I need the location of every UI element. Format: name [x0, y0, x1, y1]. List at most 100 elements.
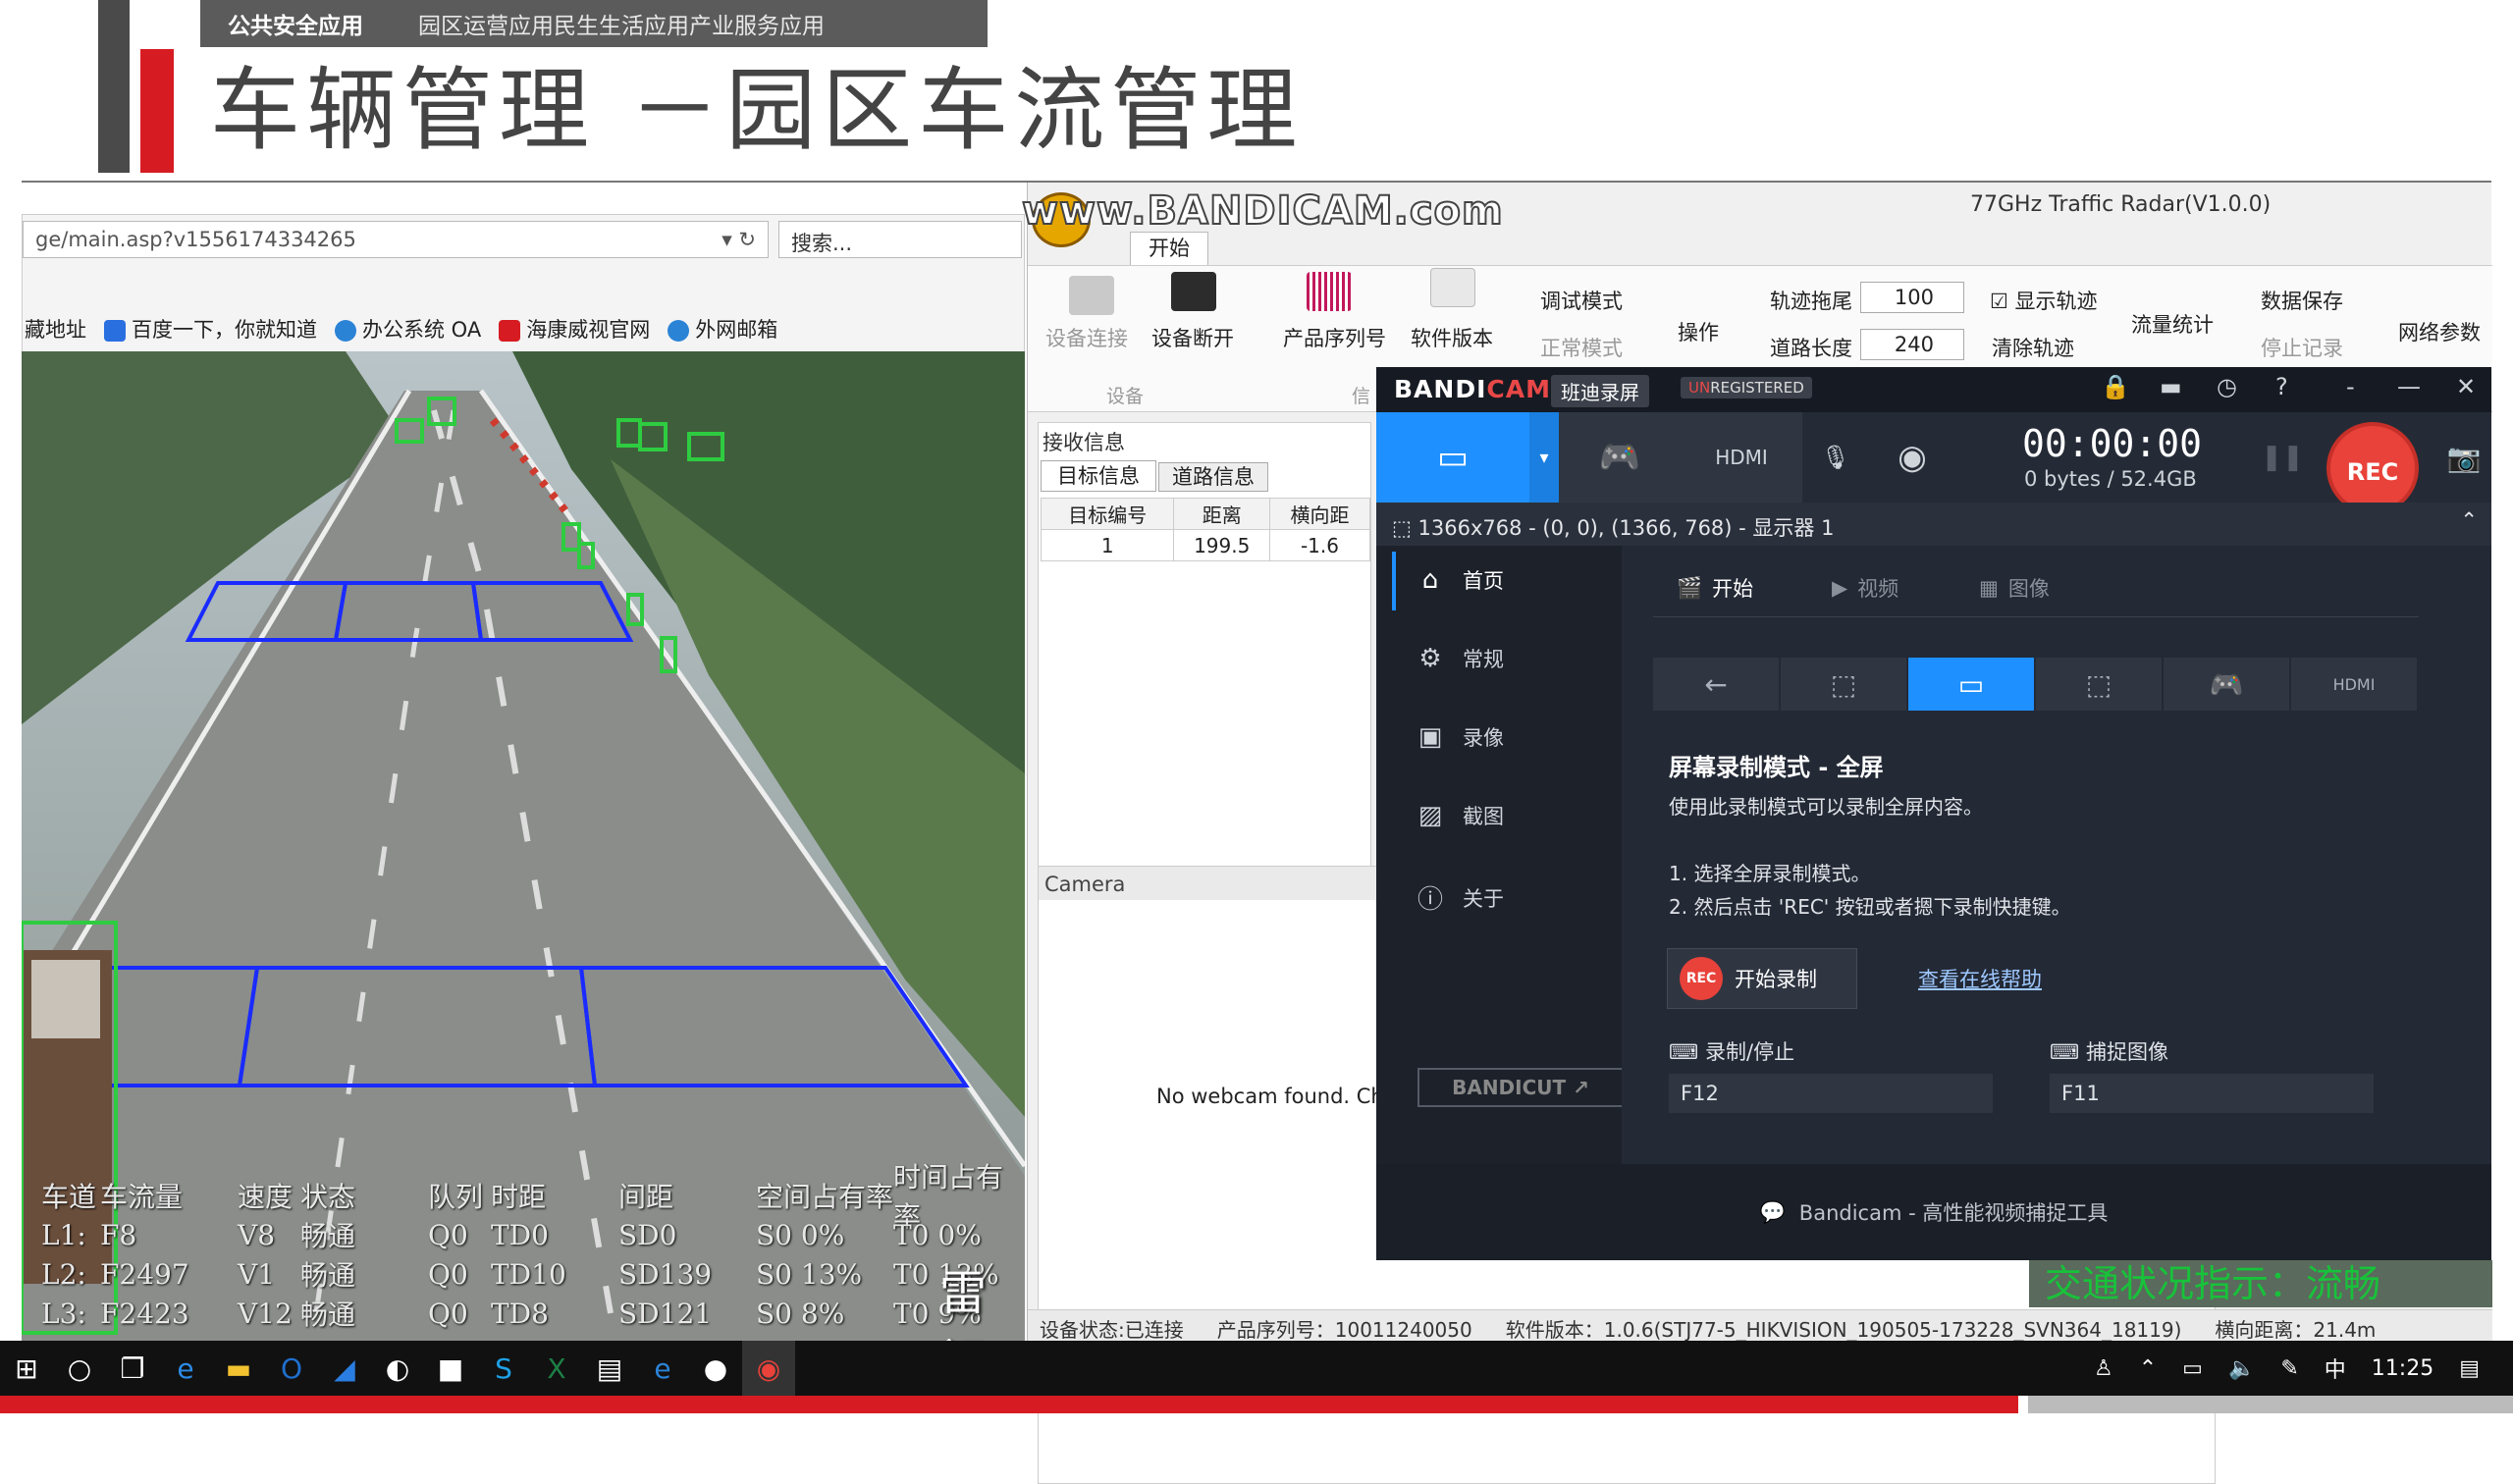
screenshot-button[interactable]: 📷 [2436, 412, 2491, 503]
microphone-button[interactable]: 🎙 [1808, 412, 1863, 503]
task-view-icon: ❐ [120, 1352, 145, 1385]
tab-image[interactable]: ▦ 图像 [1979, 573, 2050, 603]
mode-hdmi-button[interactable]: HDMI [2291, 658, 2417, 711]
mode-rectangle-button[interactable]: ⬚ [2036, 658, 2162, 711]
minimize-icon[interactable]: - [2346, 373, 2355, 400]
disconnect-button[interactable]: 设备断开 [1151, 323, 1234, 352]
online-help-link[interactable]: 查看在线帮助 [1918, 964, 2042, 993]
favorite-mail[interactable]: 外网邮箱 [668, 314, 777, 344]
trail-spinner[interactable]: 100 [1860, 282, 1964, 313]
taskbar-app[interactable]: ▤ [583, 1341, 636, 1396]
bandicam-cn-name: 班迪录屏 [1551, 375, 1649, 407]
chevron-up-icon[interactable]: ⌃ [2139, 1356, 2157, 1381]
taskbar-explorer[interactable]: ▬ [212, 1341, 265, 1396]
tab-target-info[interactable]: 目标信息 [1041, 460, 1156, 492]
favorite-oa[interactable]: 办公系统 OA [335, 314, 481, 344]
image-settings-icon: ▨ [1417, 801, 1443, 830]
product-serial-button[interactable]: 产品序列号 [1283, 323, 1386, 352]
close-icon[interactable]: ✕ [2456, 373, 2476, 400]
tab-video[interactable]: ▶ 视频 [1832, 573, 1898, 603]
software-version-button[interactable]: 软件版本 [1411, 323, 1493, 352]
help-icon[interactable]: ? [2275, 373, 2288, 400]
target-table: 目标编号 距离 横向距 1 199.5 -1.6 [1040, 498, 1371, 561]
normal-mode-button[interactable]: 正常模式 [1540, 333, 1623, 362]
cortana-button[interactable]: ○ [53, 1341, 106, 1396]
pen-icon[interactable]: ✎ [2280, 1356, 2298, 1381]
network-params-button[interactable]: 网络参数 [2398, 317, 2481, 346]
start-button[interactable]: ⊞ [0, 1341, 53, 1396]
connect-button[interactable]: 设备连接 [1045, 323, 1128, 352]
mode-game-button[interactable]: 🎮 [2164, 658, 2289, 711]
taskbar-outlook[interactable]: O [265, 1341, 318, 1396]
unregistered-badge[interactable]: UNREGISTERED [1681, 377, 1812, 398]
screen-mode-button[interactable]: ▭ [1376, 412, 1529, 503]
hotkey-capture-field[interactable]: F11 [2050, 1074, 2374, 1113]
clock-icon[interactable]: ◷ [2217, 373, 2237, 400]
task-view-button[interactable]: ❐ [106, 1341, 159, 1396]
sidebar-item-home[interactable]: ⌂ 首页 [1416, 565, 1504, 595]
clear-trail-button[interactable]: 清除轨迹 [1992, 333, 2074, 362]
favorite-baidu[interactable]: 百度一下，你就知道 [104, 314, 317, 344]
hotkey-record-field[interactable]: F12 [1669, 1074, 1993, 1113]
notifications-icon[interactable]: ▤ [2459, 1356, 2480, 1381]
show-trail-checkbox[interactable]: ☑ 显示轨迹 [1990, 286, 2098, 315]
search-input[interactable]: 搜索... [778, 221, 1022, 258]
ribbon-group-info: 信 [1352, 386, 1371, 407]
tab-start[interactable]: 开始 [1130, 232, 1208, 265]
bandicut-button[interactable]: BANDICUT ↗ [1417, 1068, 1624, 1107]
taskbar-edge[interactable]: e [159, 1341, 212, 1396]
bandicam-sidebar: ⌂ 首页 ⚙ 常规 ▣ 录像 ▨ 截图 ⓘ 关于 BANDICUT ↗ [1376, 546, 1624, 1164]
hikvision-icon [499, 320, 521, 342]
app-icon: ● [703, 1352, 728, 1385]
mode-back-button[interactable]: ← [1653, 658, 1779, 711]
system-tray: ♙ ⌃ ▭ 🔈 ✎ 中 11:25 ▤ [2094, 1341, 2480, 1396]
refresh-icon[interactable]: ▾ ↻ [722, 228, 756, 251]
sidebar-item-video[interactable]: ▣ 录像 [1416, 722, 1504, 752]
debug-mode-button[interactable]: 调试模式 [1540, 286, 1623, 315]
webcam-button[interactable]: ◉ [1867, 412, 1957, 503]
taskbar-app[interactable]: ■ [424, 1341, 477, 1396]
volume-icon[interactable]: 🔈 [2228, 1356, 2255, 1381]
stop-record-button[interactable]: 停止记录 [2261, 333, 2343, 362]
taskbar-bandicam[interactable]: ◉ [742, 1341, 795, 1396]
bandicam-toolbar: ▭ ▾ 🎮 HDMI 🎙 ◉ 00:00:00 0 bytes / 52.4GB… [1376, 412, 2491, 514]
maximize-icon[interactable]: — [2397, 373, 2421, 400]
tab-start[interactable]: 🎬 开始 [1677, 573, 1753, 603]
chevron-up-icon[interactable]: ⌃ [2460, 508, 2478, 532]
mode-around-mouse-button[interactable]: ⬚ [1781, 658, 1906, 711]
screen-mode-dropdown[interactable]: ▾ [1529, 412, 1559, 503]
data-save-button[interactable]: 数据保存 [2261, 286, 2343, 315]
pause-button[interactable]: ❚❚ [2258, 412, 2307, 503]
mode-fullscreen-button[interactable]: ▭ [1908, 658, 2034, 711]
ime-indicator[interactable]: 中 [2325, 1352, 2346, 1384]
lane-length-spinner[interactable]: 240 [1860, 329, 1964, 360]
clock[interactable]: 11:25 [2372, 1356, 2433, 1381]
rectangle-select-icon: ⬚ [2085, 667, 2112, 701]
people-icon[interactable]: ♙ [2094, 1356, 2113, 1381]
taskbar-excel[interactable]: X [530, 1341, 583, 1396]
favorite-hikvision[interactable]: 海康威视官网 [499, 314, 650, 344]
table-row[interactable]: 1 199.5 -1.6 [1040, 529, 1371, 561]
folder-icon[interactable]: ▬ [2160, 373, 2182, 400]
sidebar-item-general[interactable]: ⚙ 常规 [1416, 644, 1504, 673]
sidebar-item-screenshot[interactable]: ▨ 截图 [1416, 801, 1504, 830]
rec-button[interactable]: REC [2326, 422, 2419, 514]
network-icon[interactable]: ▭ [2182, 1356, 2203, 1381]
sidebar-item-about[interactable]: ⓘ 关于 [1416, 879, 1504, 916]
lane-length-label: 道路长度 [1770, 337, 1852, 360]
flow-stats-button[interactable]: 流量统计 [2131, 309, 2214, 339]
address-bar[interactable]: ge/main.asp?v1556174334265 ▾ ↻ [23, 221, 769, 258]
resolution-bar[interactable]: ⬚ 1366x768 - (0, 0), (1366, 768) - 显示器 1… [1376, 503, 2491, 546]
taskbar-ie[interactable]: e [636, 1341, 689, 1396]
taskbar-app[interactable]: ● [689, 1341, 742, 1396]
game-mode-button[interactable]: 🎮 [1559, 412, 1681, 503]
windows-taskbar: ⊞ ○ ❐ e ▬ O ◢ ◐ ■ S X ▤ e ● ◉ ♙ ⌃ ▭ 🔈 ✎ … [0, 1341, 2513, 1396]
hdmi-mode-button[interactable]: HDMI [1681, 412, 1802, 503]
start-recording-button[interactable]: REC 开始录制 [1667, 948, 1857, 1009]
tab-lane-info[interactable]: 道路信息 [1158, 462, 1268, 492]
taskbar-app[interactable]: ◐ [371, 1341, 424, 1396]
trail-label: 轨迹拖尾 [1770, 290, 1852, 313]
lock-icon[interactable]: 🔒 [2101, 373, 2130, 400]
taskbar-app[interactable]: ◢ [318, 1341, 371, 1396]
taskbar-skype[interactable]: S [477, 1341, 530, 1396]
